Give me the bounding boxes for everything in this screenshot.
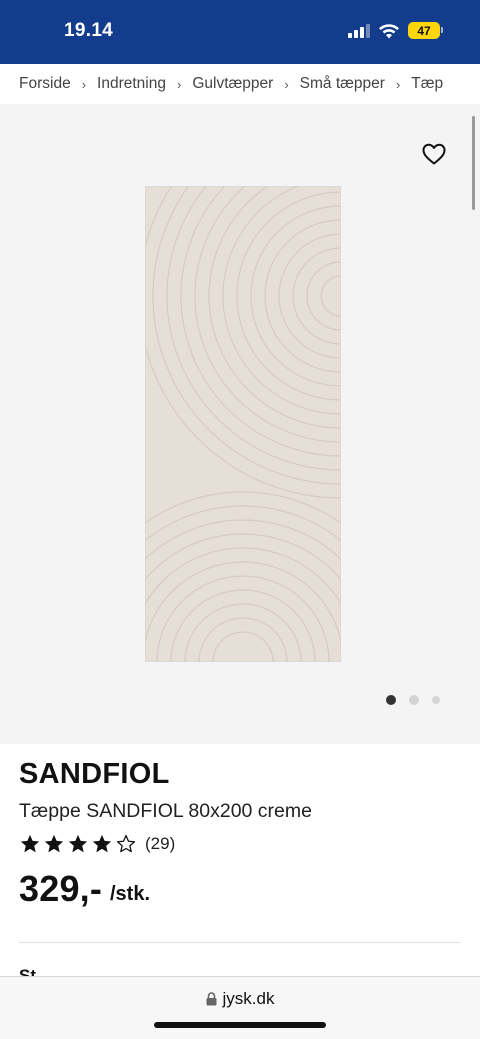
breadcrumb-item-gulvtaepper[interactable]: Gulvtæpper [192, 75, 273, 93]
breadcrumb-item-smaa-taepper[interactable]: Små tæpper [300, 75, 385, 93]
gallery-pagination[interactable] [386, 695, 440, 705]
product-description: Tæppe SANDFIOL 80x200 creme [19, 800, 312, 822]
status-bar: 19.14 47 [0, 0, 480, 64]
review-count[interactable]: (29) [145, 834, 175, 854]
url-text[interactable]: jysk.dk [223, 989, 275, 1009]
battery-icon: 47 [408, 22, 443, 39]
lock-icon [206, 992, 217, 1006]
breadcrumb: Forside › Indretning › Gulvtæpper › Små … [0, 64, 480, 104]
wifi-icon [379, 23, 399, 38]
pagination-dot-1[interactable] [386, 695, 396, 705]
star-empty-icon [116, 834, 136, 853]
section-divider [19, 942, 460, 943]
star-filled-icon [68, 834, 88, 853]
signal-icon [348, 23, 370, 38]
home-indicator[interactable] [154, 1022, 326, 1028]
page-scrollbar[interactable] [472, 116, 475, 210]
star-filled-icon [92, 834, 112, 853]
product-rating[interactable]: (29) [19, 833, 175, 855]
chevron-right-icon: › [176, 76, 182, 92]
breadcrumb-item-indretning[interactable]: Indretning [97, 75, 166, 93]
pagination-dot-2[interactable] [409, 695, 419, 705]
breadcrumb-item-taepper[interactable]: Tæp [411, 75, 443, 93]
rug-product-image[interactable] [145, 186, 341, 662]
chevron-right-icon: › [81, 76, 87, 92]
price-unit: /stk. [110, 883, 151, 905]
url-field[interactable]: jysk.dk [0, 989, 480, 1009]
heart-icon[interactable] [422, 143, 446, 165]
battery-level: 47 [417, 23, 431, 38]
product-price: 329,- [19, 868, 103, 909]
browser-address-bar[interactable]: jysk.dk [0, 976, 480, 1039]
chevron-right-icon: › [284, 76, 289, 92]
breadcrumb-item-forside[interactable]: Forside [19, 75, 71, 93]
status-time: 19.14 [64, 20, 114, 41]
pagination-dot-3[interactable] [432, 696, 440, 704]
status-icons: 47 [348, 22, 443, 39]
product-brand: SANDFIOL [19, 758, 170, 790]
star-filled-icon [44, 834, 64, 853]
chevron-right-icon: › [395, 76, 401, 92]
star-filled-icon [20, 834, 40, 853]
